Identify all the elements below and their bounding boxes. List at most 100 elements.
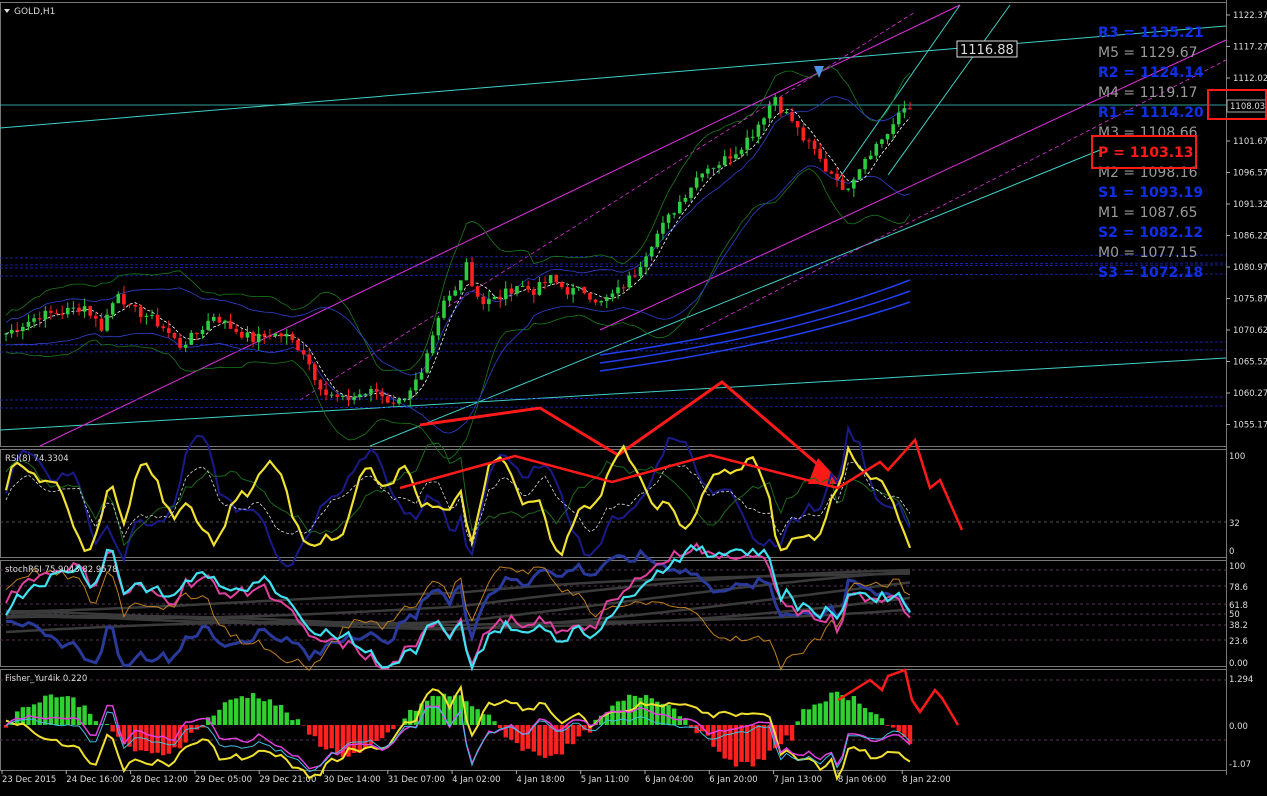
fisher-histogram-bar <box>307 725 312 735</box>
fisher-histogram-bar <box>739 725 744 762</box>
candle-body <box>144 315 149 317</box>
candle-body <box>863 159 867 170</box>
candle-body <box>240 331 244 338</box>
candle-body <box>543 282 547 284</box>
fisher-histogram-bar <box>874 714 879 725</box>
time-tick-label: 5 Jan 11:00 <box>581 775 629 785</box>
fisher-histogram-bar <box>59 696 65 725</box>
price-tick-label: 1065.52 <box>1233 358 1267 368</box>
candle-body <box>183 344 188 348</box>
candle-body <box>290 334 295 341</box>
candle-body <box>795 121 800 128</box>
candle-body <box>790 112 794 122</box>
candle-body <box>706 168 710 174</box>
pivot-label: S2 = 1082.12 <box>1098 225 1203 241</box>
candle-body <box>694 177 699 188</box>
candle-body <box>750 136 755 138</box>
candle-body <box>380 391 384 397</box>
fisher-histogram-bar <box>318 725 323 747</box>
candle-body <box>503 288 508 300</box>
candle-body <box>256 333 261 343</box>
candle-body <box>419 372 424 380</box>
candle-body <box>262 333 267 336</box>
fisher-histogram-bar <box>817 703 823 725</box>
chart-canvas[interactable]: 1122.371117.271112.021106.921101.671096.… <box>0 0 1267 796</box>
candle-body <box>195 332 199 335</box>
candle-body <box>138 306 143 317</box>
candle-body <box>717 165 721 168</box>
price-tick-label: 1091.32 <box>1233 200 1267 210</box>
candle-body <box>414 379 418 391</box>
candle-body <box>65 307 70 315</box>
candle-body <box>397 399 401 404</box>
rsi-label: RSI(8) 74.3304 <box>5 454 69 464</box>
fisher-histogram-bar <box>71 697 76 725</box>
candle-body <box>554 275 559 282</box>
fisher-histogram-bar <box>812 704 817 725</box>
candle-body <box>436 317 441 336</box>
fisher-histogram-bar <box>576 725 581 737</box>
fisher-histogram-bar <box>846 700 851 725</box>
fisher-axis-label: 0.00 <box>1229 722 1248 732</box>
fisher-histogram-bar <box>469 706 475 725</box>
price-tick-label: 1055.17 <box>1233 421 1267 431</box>
stoch-axis-label: 38.2 <box>1229 621 1248 631</box>
fisher-histogram-bar <box>149 725 155 754</box>
fisher-histogram-bar <box>548 725 553 756</box>
candle-body <box>846 188 851 190</box>
fisher-axis-label: -1.07 <box>1229 760 1251 770</box>
price-tick-label: 1122.37 <box>1233 11 1267 21</box>
price-tick-label: 1117.27 <box>1233 43 1267 53</box>
candle-body <box>54 312 59 314</box>
current-price-tag: 1108.03 <box>1226 99 1267 113</box>
price-tick-label: 1060.27 <box>1233 389 1267 399</box>
fisher-histogram-bar <box>761 725 767 760</box>
fisher-histogram-bar <box>273 705 278 725</box>
candle-body <box>560 281 564 288</box>
fisher-histogram-bar <box>525 725 531 749</box>
fisher-histogram-bar <box>756 725 761 760</box>
candle-body <box>15 329 20 332</box>
candle-body <box>807 140 811 142</box>
fisher-histogram-bar <box>93 721 99 725</box>
candle-body <box>857 169 862 180</box>
pivot-label: S3 = 1072.18 <box>1098 265 1203 281</box>
candle-body <box>756 124 761 137</box>
candle-body <box>318 380 323 390</box>
candle-body <box>481 296 486 305</box>
fisher-histogram-bar <box>43 695 48 725</box>
fisher-histogram-bar <box>222 702 228 725</box>
candle-body <box>582 287 587 294</box>
price-tick-label: 1075.87 <box>1233 295 1267 305</box>
fisher-histogram-bar <box>379 725 385 739</box>
symbol-label: GOLD,H1 <box>14 7 55 17</box>
candle-body <box>627 275 632 288</box>
time-tick-label: 24 Dec 16:00 <box>66 775 123 785</box>
candle-body <box>734 154 738 159</box>
candle-body <box>49 310 53 313</box>
time-tick-label: 6 Jan 04:00 <box>645 775 693 785</box>
candle-body <box>621 287 626 289</box>
fisher-histogram-bar <box>295 719 301 725</box>
candle-body <box>896 112 901 125</box>
fisher-histogram-bar <box>323 725 329 750</box>
candle-body <box>43 310 48 320</box>
candle-body <box>178 337 182 348</box>
candle-body <box>874 143 879 156</box>
fisher-histogram-bar <box>54 697 59 725</box>
candle-body <box>127 304 132 306</box>
fisher-histogram-bar <box>896 725 901 732</box>
fisher-histogram-bar <box>621 700 626 725</box>
candle-body <box>284 334 289 337</box>
fisher-histogram-bar <box>851 696 857 725</box>
candle-body <box>649 246 654 257</box>
candle-body <box>661 222 665 234</box>
pivot-label: M3 = 1108.66 <box>1098 125 1198 141</box>
current-price-value: 1108.03 <box>1230 102 1265 112</box>
candle-body <box>110 303 115 315</box>
candle-body <box>689 187 693 198</box>
candle-body <box>167 328 171 333</box>
candle-body <box>77 307 81 312</box>
fisher-histogram-bar <box>890 725 896 728</box>
candle-body <box>357 394 362 397</box>
